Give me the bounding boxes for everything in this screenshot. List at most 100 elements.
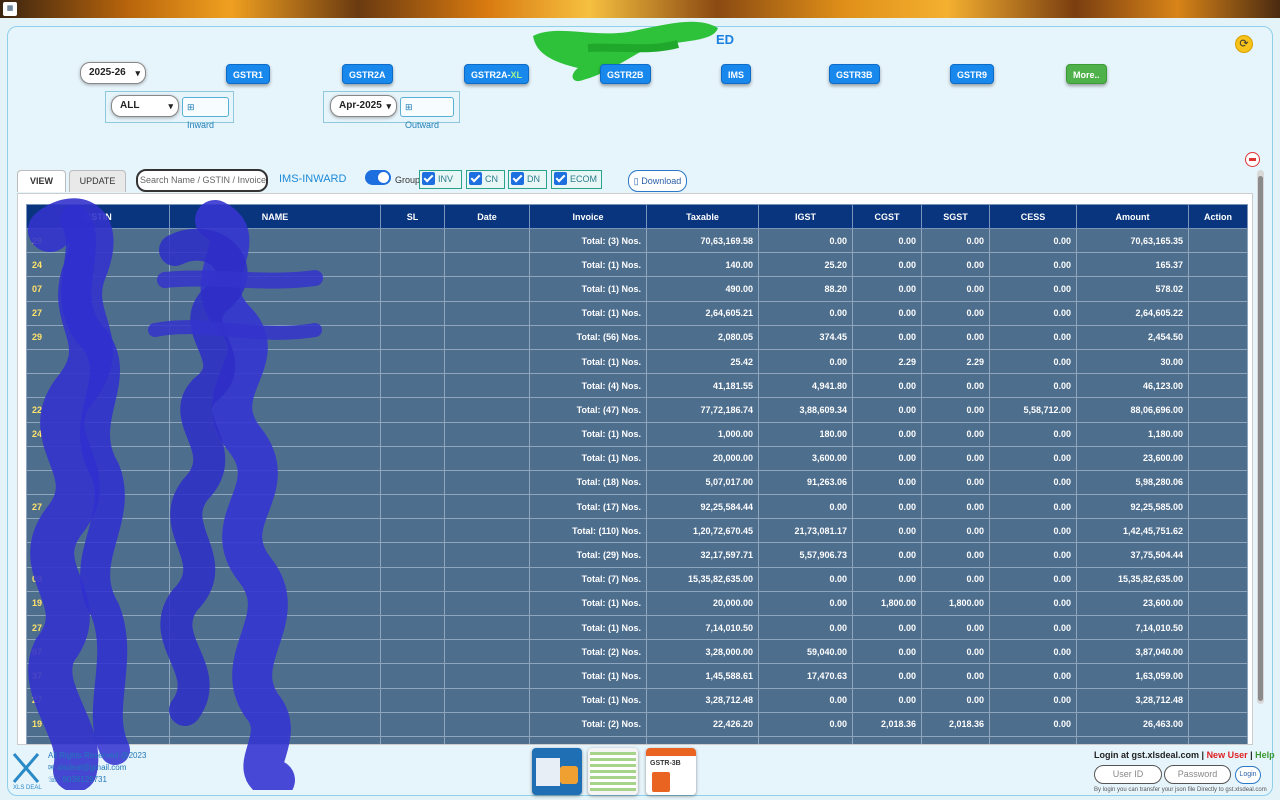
table-row[interactable]: 08 Total: (7) Nos. 15,35,82,635.00 0.00 0.00…	[26, 566, 1248, 592]
table-row[interactable]: 19 Total: (1) Nos. 20,000.00 0.00 1,800.00 1,…	[26, 590, 1248, 617]
filter-cn-checkbox[interactable]: CN	[466, 170, 505, 189]
table-row[interactable]: 24 Total: (1) Nos. 1,000.00 180.00 0.00 0.00 0…	[26, 421, 1248, 447]
cell-name	[169, 711, 381, 737]
cell-sgst: 0.00	[921, 373, 990, 399]
col-gstin[interactable]: GSTIN	[26, 204, 170, 229]
outward-button[interactable]: ⊞ Outward	[400, 97, 454, 130]
footer-phone[interactable]: ☏: 9038129731	[48, 774, 146, 786]
cell-action	[1188, 348, 1248, 375]
cell-taxable: 92,25,584.44	[646, 494, 759, 520]
table-row[interactable]: 24 Total: (1) Nos. 140.00 25.20 0.00 0.00 0.00…	[26, 252, 1248, 278]
cell-cgst: 0.00	[852, 324, 922, 350]
party-select[interactable]: ALL ▾	[111, 95, 179, 117]
table-row[interactable]: 19 Total: (2) Nos. 22,426.20 0.00 2,018.36 2,…	[26, 711, 1248, 737]
cell-igst: 4,941.80	[758, 373, 853, 399]
filter-inv-checkbox[interactable]: INV	[419, 170, 462, 189]
col-igst[interactable]: IGST	[758, 204, 853, 229]
nav-gstr1-button[interactable]: GSTR1	[226, 64, 271, 84]
cell-igst: 0.00	[758, 300, 853, 326]
nav-gstr3b-button[interactable]: GSTR3B	[829, 64, 880, 84]
table-row[interactable]: Total: (4) Nos. 41,181.55 4,941.80 0.00 0.00…	[26, 373, 1248, 399]
footer-email[interactable]: ✉ xlsdeal@gmail.com	[48, 762, 146, 774]
filter-ecom-checkbox[interactable]: ECOM	[551, 170, 602, 189]
col-taxable[interactable]: Taxable	[646, 204, 759, 229]
login-site-link[interactable]: gst.xlsdeal.com	[1132, 750, 1200, 760]
cell-igst: 3,600.00	[758, 445, 853, 471]
cell-invoice: Total: (1) Nos.	[529, 252, 647, 278]
col-cess[interactable]: CESS	[989, 204, 1077, 229]
help-link[interactable]: Help	[1255, 750, 1275, 760]
table-row[interactable]: 37 Total: (1) Nos. 1,45,588.61 17,470.63 0.0…	[26, 663, 1248, 689]
table-row[interactable]: 29 Total: (56) Nos. 2,080.05 374.45 0.00 0.00…	[26, 324, 1248, 350]
col-invoice[interactable]: Invoice	[529, 204, 647, 229]
collapse-icon[interactable]	[1245, 152, 1260, 167]
table-row[interactable]: Total: (110) Nos. 1,20,72,670.45 21,73,081…	[26, 518, 1248, 544]
table-row[interactable]: 27 Total: (1) Nos. 2,64,605.21 0.00 0.00 0.00…	[26, 300, 1248, 326]
nav-more-button[interactable]: More..	[1066, 64, 1107, 84]
cell-cgst: 0.00	[852, 445, 922, 471]
cell-date	[444, 590, 530, 617]
email-icon: ✉	[48, 763, 55, 772]
cell-sl	[380, 227, 445, 254]
download-button[interactable]: ▯ Download	[628, 170, 687, 192]
app-logo-icon[interactable]: ▦	[3, 2, 17, 16]
cell-date	[444, 566, 530, 592]
cell-cgst: 0.00	[852, 227, 922, 254]
year-select[interactable]: 2025-26 ▾	[80, 62, 146, 84]
cell-taxable: 25.42	[646, 348, 759, 375]
period-select[interactable]: Apr-2025 ▾	[330, 95, 397, 117]
table-row[interactable]: Total: (1) Nos. 25.42 0.00 2.29 2.29 0.00 30.0…	[26, 348, 1248, 375]
cell-invoice: Total: (3) Nos.	[529, 227, 647, 254]
tab-update[interactable]: UPDATE	[69, 170, 126, 192]
table-row[interactable]: 27 Total: (17) Nos. 92,25,584.44 0.00 0.00 0.…	[26, 494, 1248, 520]
cell-sl	[380, 494, 445, 520]
group-toggle[interactable]	[365, 170, 391, 185]
table-row[interactable]: Total: (18) Nos. 5,07,017.00 91,263.06 0.00…	[26, 469, 1248, 496]
cell-cess: 0.00	[989, 348, 1077, 375]
nav-gstr2a-button[interactable]: GSTR2A	[342, 64, 393, 84]
new-user-link[interactable]: New User	[1207, 750, 1248, 760]
cell-date	[444, 639, 530, 665]
nav-gstr9-button[interactable]: GSTR9	[950, 64, 995, 84]
inward-button[interactable]: ⊞ Inward	[182, 97, 229, 130]
gstr3b-thumbnail[interactable]: GSTR-3B	[646, 748, 696, 795]
col-sgst[interactable]: SGST	[921, 204, 990, 229]
cell-cgst: 2.29	[852, 348, 922, 375]
table-row[interactable]: Total: (1) Nos. 20,000.00 3,600.00 0.00 0.00…	[26, 445, 1248, 471]
login-button[interactable]: Login	[1235, 766, 1261, 784]
table-row[interactable]: 22 Total: (47) Nos. 77,72,186.74 3,88,609.3…	[26, 397, 1248, 423]
cell-name	[169, 252, 381, 278]
nav-gstr2a-xl-button[interactable]: GSTR2A-XL	[464, 64, 530, 84]
col-name[interactable]: NAME	[169, 204, 381, 229]
cell-sl	[380, 300, 445, 326]
col-amount[interactable]: Amount	[1076, 204, 1189, 229]
cell-amount: 26,463.00	[1076, 711, 1189, 737]
cell-amount: 3,28,712.48	[1076, 687, 1189, 713]
col-sl[interactable]: SL	[380, 204, 445, 229]
refresh-icon[interactable]: ⟳	[1235, 35, 1253, 53]
table-row[interactable]: 07Total: (1) Nos.1,50,000.0027,000.000.0…	[26, 735, 1248, 744]
table-row[interactable]: 27 Total: (1) Nos. 3,28,712.48 0.00 0.00 0.00…	[26, 687, 1248, 713]
table-scrollbar[interactable]	[1257, 170, 1264, 704]
search-input[interactable]: Search Name / GSTIN / Invoice...	[136, 169, 268, 192]
table-row[interactable]: Total: (29) Nos. 32,17,597.71 5,57,906.73 0…	[26, 542, 1248, 568]
nav-gstr2b-button[interactable]: GSTR2B	[600, 64, 651, 84]
password-input[interactable]: Password	[1164, 765, 1231, 784]
table-row[interactable]: 07 Total: (2) Nos. 3,28,000.00 59,040.00 0.0…	[26, 639, 1248, 665]
spreadsheet-thumbnail[interactable]	[588, 748, 638, 795]
nav-ims-button[interactable]: IMS	[721, 64, 752, 84]
cell-action	[1188, 494, 1248, 520]
user-id-input[interactable]: User ID	[1094, 765, 1162, 784]
cell-taxable: 20,000.00	[646, 590, 759, 617]
filter-dn-checkbox[interactable]: DN	[508, 170, 547, 189]
table-row[interactable]: 07 Total: (1) Nos. 490.00 88.20 0.00 0.00 0.00…	[26, 276, 1248, 302]
table-row[interactable]: 27 Total: (1) Nos. 7,14,010.50 0.00 0.00 0.00…	[26, 614, 1248, 641]
table-row[interactable]: 29 Total: (3) Nos. 70,63,169.58 0.00 0.00 0.0…	[26, 227, 1248, 254]
cell-date	[444, 445, 530, 471]
col-cgst[interactable]: CGST	[852, 204, 922, 229]
gstr2-thumbnail[interactable]	[532, 748, 582, 795]
col-date[interactable]: Date	[444, 204, 530, 229]
cell-gstin: 08	[26, 566, 170, 592]
cell-sl	[380, 397, 445, 423]
tab-view[interactable]: VIEW	[17, 170, 66, 192]
